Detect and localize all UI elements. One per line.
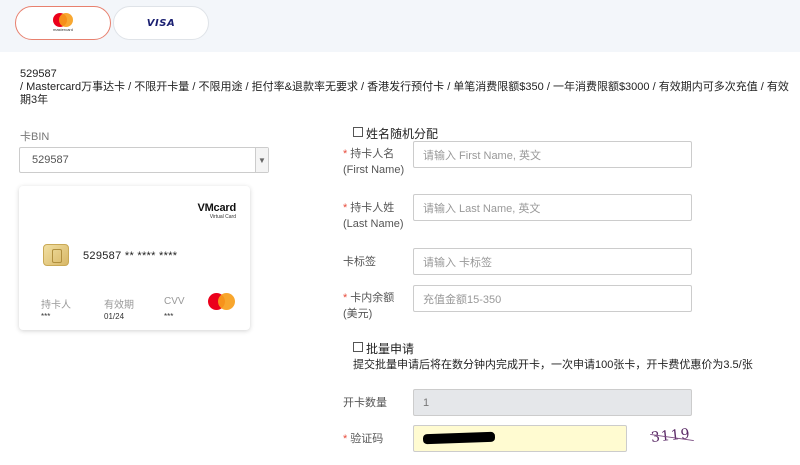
card-tag-label: 卡标签 [343, 256, 376, 268]
card-expiry-label: 有效期 [104, 300, 134, 311]
bin-select[interactable]: 529587 ▼ [19, 147, 269, 173]
description-detail: / Mastercard万事达卡 / 不限开卡量 / 不限用途 / 拒付率&退款… [20, 81, 789, 106]
chevron-down-icon[interactable]: ▼ [255, 148, 268, 172]
random-name-checkbox[interactable] [353, 127, 363, 137]
card-cvv-label: CVV [164, 296, 185, 307]
card-number: 529587 ** **** **** [83, 250, 178, 262]
description-bin: 529587 [20, 68, 57, 80]
captcha-image[interactable]: 3119 [642, 424, 700, 448]
card-brand: VMcard Virtual Card [197, 202, 236, 220]
card-preview: VMcard Virtual Card 529587 ** **** **** … [19, 186, 250, 330]
captcha-image-text: 3119 [650, 425, 692, 447]
batch-description: 提交批量申请后将在数分钟内完成开卡，一次申请100张卡，开卡费优惠价为3.5/张 [353, 359, 753, 371]
tab-mastercard[interactable]: mastercard [15, 6, 111, 40]
mastercard-icon [207, 293, 237, 311]
balance-label: * 卡内余额 (美元) [343, 292, 395, 320]
first-name-label: * 持卡人名 (First Name) [343, 148, 405, 176]
visa-logo-icon: VISA [146, 17, 176, 29]
balance-input[interactable]: 充值金额15-350 [413, 285, 692, 312]
card-brand-sub: Virtual Card [209, 214, 236, 220]
last-name-input[interactable]: 请输入 Last Name, 英文 [413, 194, 692, 221]
payment-method-bar: mastercard VISA [0, 0, 800, 52]
card-holder-label: 持卡人 [41, 300, 71, 311]
card-holder-value: *** [41, 312, 51, 321]
card-chip-icon [43, 244, 69, 266]
batch-checkbox[interactable] [353, 342, 363, 352]
captcha-label: * 验证码 [343, 433, 384, 445]
card-expiry-value: 01/24 [104, 312, 125, 321]
card-brand-name: VMcard [197, 202, 236, 214]
tab-visa[interactable]: VISA [113, 6, 209, 40]
batch-label: 批量申请 [366, 342, 415, 356]
quantity-label: 开卡数量 [343, 397, 387, 409]
mastercard-logo-text: mastercard [52, 27, 73, 32]
quantity-input[interactable]: 1 [413, 389, 692, 416]
card-cvv-value: *** [164, 312, 174, 321]
bin-label: 卡BIN [20, 131, 50, 143]
first-name-input[interactable]: 请输入 First Name, 英文 [413, 141, 692, 168]
card-tag-input[interactable]: 请输入 卡标签 [413, 248, 692, 275]
last-name-label: * 持卡人姓 (Last Name) [343, 202, 404, 230]
mastercard-logo-icon: mastercard [50, 13, 76, 33]
random-name-label: 姓名随机分配 [366, 127, 439, 141]
bin-selected-value: 529587 [32, 154, 69, 166]
product-description: 529587 / Mastercard万事达卡 / 不限开卡量 / 不限用途 /… [20, 68, 790, 107]
